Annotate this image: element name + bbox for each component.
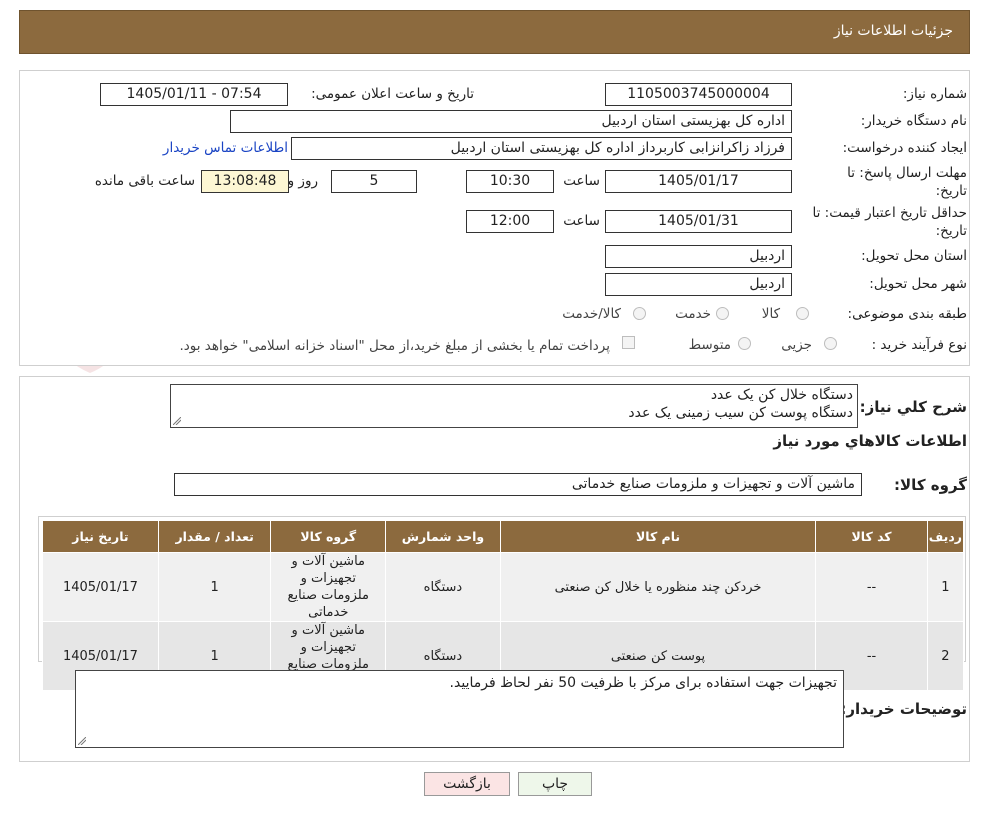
remaining-time-label: ساعت باقی مانده (94, 173, 195, 189)
cell-row: 1 (926, 552, 965, 622)
cell-code: -- (815, 552, 928, 622)
purchase-minor-radio[interactable] (824, 337, 837, 350)
need-number-field: 1105003745000004 (605, 83, 792, 106)
price-validity-label: حداقل تاریخ اعتبار قیمت: تا (812, 205, 967, 221)
page-header: جزئیات اطلاعات نیاز (19, 10, 970, 54)
price-validity-date-field: 1405/01/31 (605, 210, 792, 233)
buyer-notes-textarea[interactable]: تجهیزات جهت استفاده برای مرکز با ظرفیت 5… (75, 670, 844, 748)
summary-line-1: دستگاه خلال کن یک عدد (710, 387, 853, 403)
category-service-label: خدمت (675, 306, 711, 322)
col-code: کد کالا (815, 520, 928, 553)
col-name: نام کالا (499, 520, 817, 553)
goods-group-field: ماشین آلات و تجهیزات و ملزومات صنایع خدم… (174, 473, 862, 496)
category-goods-service-label: کالا/خدمت (562, 306, 621, 322)
buyer-org-label: نام دستگاه خریدار: (860, 113, 967, 129)
items-table-container: رديف کد کالا نام کالا واحد شمارش گروه کا… (38, 516, 966, 691)
deadline-label-date: تاریخ: (935, 183, 967, 199)
summary-textarea[interactable]: دستگاه خلال کن یک عدد دستگاه پوست کن سیب… (170, 384, 858, 428)
remaining-time-field: 13:08:48 (201, 170, 289, 193)
announce-field: 1405/01/11 - 07:54 (100, 83, 288, 106)
table-header-row: رديف کد کالا نام کالا واحد شمارش گروه کا… (42, 520, 965, 553)
goods-info-title: اطلاعات کالاهاي مورد نياز (773, 432, 967, 450)
buyer-contact-link[interactable]: اطلاعات تماس خریدار (163, 140, 288, 156)
delivery-province-field: اردبیل (605, 245, 792, 268)
print-button[interactable]: چاپ (518, 772, 592, 796)
delivery-province-label: استان محل تحویل: (861, 248, 967, 264)
buyer-notes-label: توضیحات خریدار: (840, 700, 967, 718)
purchase-type-label: نوع فرآیند خرید : (871, 337, 967, 353)
cell-group: ماشین آلات و تجهیزات و ملزومات صنایع خدم… (270, 552, 387, 622)
need-number-label: شماره نیاز: (902, 86, 967, 102)
requester-field: فرزاد زاکرانزابی کاربرداز اداره کل بهزیس… (291, 137, 792, 160)
items-table: رديف کد کالا نام کالا واحد شمارش گروه کا… (42, 520, 965, 691)
deadline-time-field: 10:30 (466, 170, 554, 193)
purchase-medium-radio[interactable] (738, 337, 751, 350)
price-validity-label-date: تاریخ: (935, 223, 967, 239)
deadline-time-label: ساعت (563, 173, 600, 189)
buyer-org-field: اداره کل بهزیستی استان اردبیل (230, 110, 792, 133)
price-validity-time-field: 12:00 (466, 210, 554, 233)
deadline-date-field: 1405/01/17 (605, 170, 792, 193)
deadline-label: مهلت ارسال پاسخ: تا (847, 165, 967, 181)
category-goods-service-radio[interactable] (633, 307, 646, 320)
category-goods-label: کالا (761, 306, 780, 322)
back-button[interactable]: بازگشت (424, 772, 510, 796)
treasury-payment-note: پرداخت تمام یا بخشی از مبلغ خرید،از محل … (179, 338, 610, 354)
delivery-city-label: شهر محل تحویل: (869, 276, 967, 292)
resize-handle-icon[interactable] (78, 737, 86, 745)
summary-label: شرح کلي نياز: (859, 398, 967, 416)
category-service-radio[interactable] (716, 307, 729, 320)
col-row: رديف (926, 520, 965, 553)
deadline-days-label: روز و (287, 173, 318, 189)
cell-qty: 1 (157, 552, 272, 622)
table-row[interactable]: 1 -- خردکن چند منظوره یا خلال کن صنعتی د… (42, 552, 965, 622)
col-qty: تعداد / مقدار (157, 520, 272, 553)
cell-unit: دستگاه (385, 552, 501, 622)
page-title: جزئیات اطلاعات نیاز (833, 23, 953, 39)
goods-group-label: گروه کالا: (894, 476, 967, 494)
category-goods-radio[interactable] (796, 307, 809, 320)
cell-date: 1405/01/17 (42, 552, 159, 622)
cell-row: 2 (926, 621, 965, 691)
resize-handle-icon[interactable] (173, 417, 181, 425)
col-group: گروه کالا (270, 520, 387, 553)
requester-label: ایجاد کننده درخواست: (842, 140, 967, 156)
cell-name: خردکن چند منظوره یا خلال کن صنعتی (499, 552, 817, 622)
delivery-city-field: اردبیل (605, 273, 792, 296)
category-label: طبقه بندی موضوعی: (847, 306, 967, 322)
purchase-medium-label: متوسط (688, 337, 731, 353)
purchase-minor-label: جزیی (781, 337, 812, 353)
price-validity-time-label: ساعت (563, 213, 600, 229)
deadline-days-field: 5 (331, 170, 417, 193)
buyer-notes-text: تجهیزات جهت استفاده برای مرکز با ظرفیت 5… (449, 675, 837, 691)
col-date: تاريخ نياز (42, 520, 159, 553)
col-unit: واحد شمارش (385, 520, 501, 553)
announce-label: تاریخ و ساعت اعلان عمومی: (311, 86, 474, 102)
treasury-payment-checkbox[interactable] (622, 336, 635, 349)
summary-line-2: دستگاه پوست کن سیب زمینی یک عدد (628, 405, 853, 421)
